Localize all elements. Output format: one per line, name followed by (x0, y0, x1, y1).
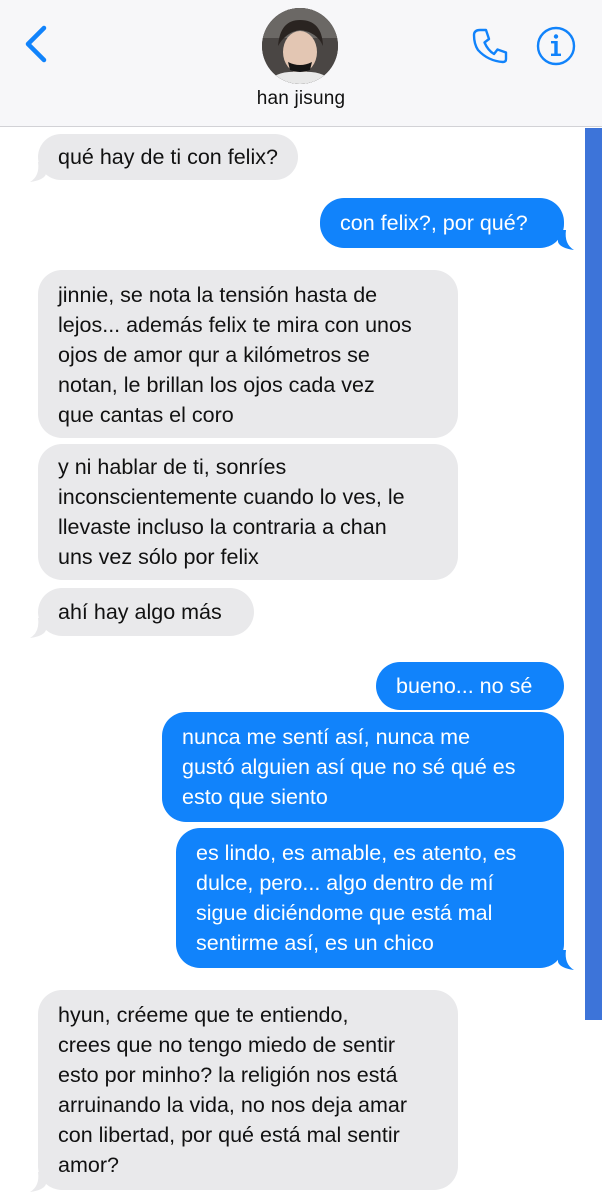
conversation-header: han jisung (0, 0, 602, 127)
message-text: crees que no tengo miedo de sentir (58, 1033, 396, 1057)
message-text: esto que siento (182, 785, 328, 809)
sent-message[interactable]: es lindo, es amable, es atento, es dulce… (176, 828, 564, 968)
back-button[interactable] (22, 22, 52, 66)
received-message[interactable]: y ni hablar de ti, sonríes inconscientem… (38, 444, 458, 580)
message-text: amor? (58, 1153, 119, 1177)
message-text: uns vez sólo por felix (58, 545, 259, 569)
bubble-tail (30, 162, 46, 182)
message-list: qué hay de ti con felix? con felix?, por… (0, 126, 602, 1200)
message-text: bueno... no sé (396, 674, 533, 698)
message-text: lejos... además felix te mira con unos (58, 313, 412, 337)
chevron-left-icon (25, 25, 47, 63)
message-text: esto por minho? la religión nos está (58, 1063, 398, 1087)
message-text: que cantas el coro (58, 403, 234, 427)
person-avatar-icon (262, 8, 338, 84)
info-button[interactable] (534, 24, 578, 68)
received-message[interactable]: jinnie, se nota la tensión hasta de lejo… (38, 270, 458, 438)
phone-icon (472, 28, 508, 64)
message-text: hyun, créeme que te entiendo, (58, 1003, 349, 1027)
message-text: gustó alguien así que no sé qué es (182, 755, 516, 779)
info-icon (536, 26, 576, 66)
sent-message[interactable]: con felix?, por qué? (320, 198, 564, 248)
contact-avatar[interactable] (262, 8, 338, 84)
message-text: ojos de amor qur a kilómetros se (58, 343, 370, 367)
message-text: dulce, pero... algo dentro de mí (196, 871, 494, 895)
sent-message[interactable]: bueno... no sé (376, 662, 564, 710)
message-text: nunca me sentí así, nunca me (182, 725, 471, 749)
message-text: es lindo, es amable, es atento, es (196, 841, 517, 865)
message-text: sigue diciéndome que está mal (196, 901, 493, 925)
message-text: con felix?, por qué? (340, 211, 528, 235)
message-text: qué hay de ti con felix? (58, 145, 278, 169)
message-text: llevaste incluso la contraria a chan (58, 515, 387, 539)
call-button[interactable] (468, 24, 512, 68)
message-text: inconscientemente cuando lo ves, le (58, 485, 405, 509)
message-text: con libertad, por qué está mal sentir (58, 1123, 400, 1147)
received-message[interactable]: ahí hay algo más (38, 588, 254, 636)
sent-message[interactable]: nunca me sentí así, nunca me gustó algui… (162, 712, 564, 822)
message-text: arruinando la vida, no nos deja amar (58, 1093, 407, 1117)
message-text: jinnie, se nota la tensión hasta de (58, 283, 378, 307)
message-text: y ni hablar de ti, sonríes (58, 455, 287, 479)
bubble-tail (30, 1172, 46, 1192)
bubble-tail (30, 618, 46, 638)
contact-name[interactable]: han jisung (0, 88, 602, 110)
bubble-tail (558, 950, 574, 970)
received-message[interactable]: hyun, créeme que te entiendo, crees que … (38, 990, 458, 1190)
message-text: notan, le brillan los ojos cada vez (58, 373, 375, 397)
message-text: ahí hay algo más (58, 600, 222, 624)
bubble-tail (558, 230, 574, 250)
received-message[interactable]: qué hay de ti con felix? (38, 134, 298, 180)
message-text: sentirme así, es un chico (196, 931, 434, 955)
